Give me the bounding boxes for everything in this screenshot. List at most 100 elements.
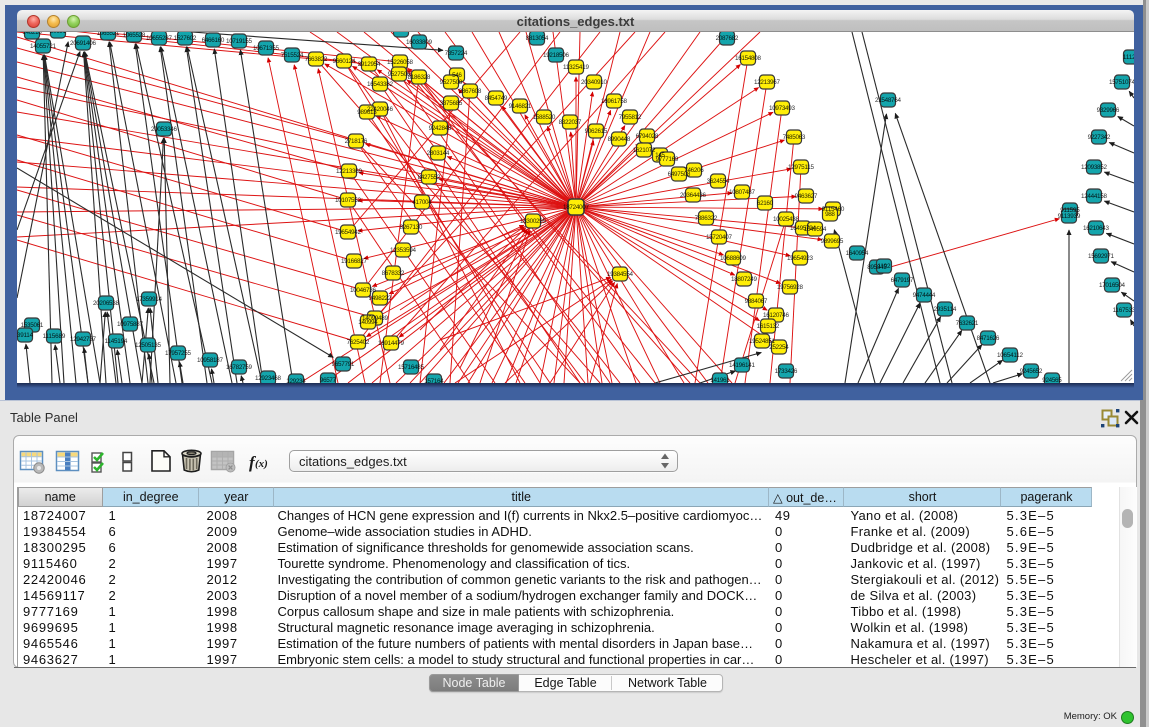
svg-text:10807487: 10807487	[729, 189, 755, 196]
svg-text:9242848: 9242848	[429, 125, 452, 132]
svg-text:1167533: 1167533	[1113, 307, 1134, 314]
svg-text:8427552: 8427552	[418, 174, 441, 181]
svg-text:157164: 157164	[424, 378, 444, 383]
svg-text:12923468: 12923468	[255, 375, 281, 382]
svg-text:20691406: 20691406	[70, 40, 96, 47]
svg-text:11325419: 11325419	[563, 64, 589, 71]
svg-text:21548764: 21548764	[875, 97, 901, 104]
svg-text:15226058: 15226058	[387, 59, 413, 66]
svg-text:8322037: 8322037	[559, 119, 582, 126]
svg-text:1115689: 1115689	[43, 333, 66, 340]
svg-text:1145194: 1145194	[105, 338, 128, 345]
svg-text:6466160: 6466160	[202, 37, 225, 44]
svg-text:6479197: 6479197	[891, 277, 914, 284]
svg-text:8186328: 8186328	[408, 74, 431, 81]
svg-text:18724007: 18724007	[563, 204, 589, 211]
svg-text:10958187: 10958187	[197, 357, 223, 364]
svg-text:12213967: 12213967	[754, 79, 780, 86]
svg-text:9777169: 9777169	[656, 156, 679, 163]
svg-text:8454749: 8454749	[485, 95, 508, 102]
svg-text:10975887: 10975887	[117, 321, 143, 328]
svg-text:9884067: 9884067	[745, 298, 768, 305]
svg-text:20364436: 20364436	[680, 192, 706, 199]
svg-text:8267130: 8267130	[400, 224, 423, 231]
svg-text:7663822: 7663822	[305, 56, 328, 63]
svg-text:9113939: 9113939	[1058, 213, 1081, 220]
svg-text:9657791: 9657791	[332, 361, 355, 368]
svg-text:10655287: 10655287	[146, 35, 172, 42]
svg-text:252254: 252254	[769, 344, 789, 351]
svg-text:20691: 20691	[50, 32, 67, 35]
svg-text:7625402: 7625402	[347, 339, 370, 346]
svg-text:15716485: 15716485	[398, 364, 424, 371]
svg-text:7632621: 7632621	[956, 320, 979, 327]
svg-text:9660124: 9660124	[333, 58, 356, 65]
svg-text:6794028: 6794028	[636, 133, 659, 140]
svg-text:10671355: 10671355	[253, 45, 279, 52]
svg-text:16120746: 16120746	[763, 312, 789, 319]
svg-text:2718176: 2718176	[345, 138, 368, 145]
svg-text:39114: 39114	[17, 332, 34, 339]
svg-text:9498222: 9498222	[369, 295, 392, 302]
svg-text:16543382: 16543382	[367, 81, 393, 88]
svg-text:10688609: 10688609	[720, 255, 746, 262]
svg-text:20206538: 20206538	[93, 300, 119, 307]
svg-text:12505135: 12505135	[135, 342, 161, 349]
svg-text:7955812: 7955812	[619, 114, 642, 121]
svg-text:10046736: 10046736	[350, 287, 376, 294]
svg-text:1065521: 1065521	[97, 32, 120, 37]
svg-text:9463627: 9463627	[795, 193, 818, 200]
svg-text:17016504: 17016504	[1099, 282, 1125, 289]
svg-text:18807249: 18807249	[731, 276, 757, 283]
svg-text:16033809: 16033809	[406, 39, 432, 46]
svg-text:12093852: 12093852	[1081, 164, 1107, 171]
svg-text:14055721: 14055721	[30, 43, 56, 50]
svg-text:1615132: 1615132	[757, 323, 780, 330]
svg-text:10025438: 10025438	[773, 216, 799, 223]
svg-text:16154808: 16154808	[735, 55, 761, 62]
svg-text:1733426: 1733426	[775, 368, 798, 375]
svg-text:1588520: 1588520	[533, 114, 556, 121]
svg-text:546: 546	[452, 72, 462, 79]
svg-text:15720407: 15720407	[706, 234, 732, 241]
svg-text:9062615: 9062615	[585, 128, 608, 135]
svg-text:18300295: 18300295	[520, 218, 546, 225]
svg-text:19654923: 19654923	[787, 255, 813, 262]
svg-text:6497508: 6497508	[668, 171, 691, 178]
svg-text:2087682: 2087682	[716, 35, 739, 42]
svg-text:140994: 140994	[358, 319, 378, 326]
svg-text:16210643: 16210643	[1083, 225, 1109, 232]
svg-text:12213369: 12213369	[336, 168, 362, 175]
svg-text:129234: 129234	[286, 378, 306, 383]
svg-text:19218506: 19218506	[543, 52, 569, 59]
svg-text:12942737: 12942737	[70, 336, 96, 343]
svg-text:8678332: 8678332	[382, 270, 405, 277]
svg-text:16782759: 16782759	[226, 364, 252, 371]
svg-text:8471626: 8471626	[977, 335, 1000, 342]
svg-text:1527602: 1527602	[174, 35, 197, 42]
svg-text:14196141: 14196141	[729, 362, 755, 369]
svg-text:10107552: 10107552	[335, 197, 361, 204]
svg-text:17359914: 17359914	[136, 296, 162, 303]
svg-text:7485063: 7485063	[783, 134, 806, 141]
svg-text:8813054: 8813054	[526, 35, 549, 42]
svg-text:19654942: 19654942	[335, 229, 361, 236]
svg-text:16961758: 16961758	[601, 98, 627, 105]
svg-text:62160: 62160	[757, 200, 774, 207]
svg-text:9146821: 9146821	[509, 103, 532, 110]
svg-text:(x): (x)	[255, 458, 268, 470]
svg-text:16914479: 16914479	[378, 340, 404, 347]
svg-text:15692971: 15692971	[1088, 253, 1114, 260]
svg-text:19166827: 19166827	[341, 258, 367, 265]
svg-text:20340910: 20340910	[581, 79, 607, 86]
svg-text:924565: 924565	[1042, 377, 1062, 383]
svg-text:20053346: 20053346	[151, 126, 177, 133]
svg-text:1621072: 1621072	[633, 147, 656, 154]
svg-text:10719155: 10719155	[226, 38, 252, 45]
svg-text:9329966: 9329966	[1097, 107, 1120, 114]
svg-text:17957255: 17957255	[165, 350, 191, 357]
svg-text:1649594: 1649594	[804, 226, 827, 233]
svg-text:9227342: 9227342	[1088, 134, 1111, 141]
svg-text:10654112: 10654112	[997, 352, 1023, 359]
svg-text:15751074: 15751074	[1109, 79, 1134, 86]
